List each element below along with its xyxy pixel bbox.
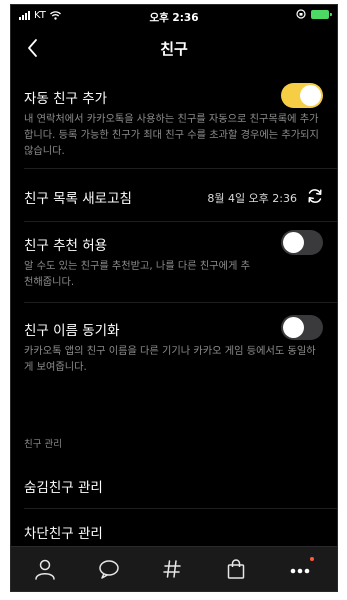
divider bbox=[24, 168, 337, 169]
more-icon[interactable] bbox=[287, 557, 313, 581]
recommend-title: 친구 추천 허용 bbox=[24, 238, 108, 254]
person-icon[interactable] bbox=[32, 557, 58, 581]
hashtag-icon[interactable] bbox=[159, 557, 185, 581]
page-title: 친구 bbox=[160, 40, 188, 58]
chat-bubble-icon[interactable] bbox=[96, 557, 122, 581]
blocked-friends-item[interactable]: 차단친구 관리 bbox=[24, 522, 103, 542]
refresh-title: 친구 목록 새로고침 bbox=[24, 191, 132, 207]
toggle-knob bbox=[283, 317, 304, 338]
divider bbox=[24, 302, 337, 303]
name-sync-toggle[interactable] bbox=[281, 315, 323, 340]
auto-add-title: 자동 친구 추가 bbox=[24, 91, 108, 107]
phone-screen: KT 오후 2:36 친구 자동 친구 추가 내 연락처에서 카카오톡을 사용하… bbox=[10, 4, 338, 592]
refresh-icon[interactable] bbox=[306, 187, 324, 205]
orientation-lock-icon bbox=[296, 9, 306, 19]
recommend-toggle[interactable] bbox=[281, 230, 323, 255]
hidden-friends-item[interactable]: 숨김친구 관리 bbox=[24, 476, 103, 496]
shopping-bag-icon[interactable] bbox=[223, 557, 249, 581]
divider bbox=[24, 221, 337, 222]
refresh-timestamp: 8월 4일 오후 2:36 bbox=[207, 192, 297, 205]
notification-dot bbox=[310, 557, 314, 561]
nav-bar: 친구 bbox=[11, 27, 337, 71]
status-bar: KT 오후 2:36 bbox=[11, 5, 337, 27]
toggle-knob bbox=[283, 232, 304, 253]
toggle-knob bbox=[300, 85, 321, 106]
battery-icon bbox=[311, 9, 332, 19]
recommend-description: 알 수도 있는 친구를 추천받고, 나를 다른 친구에게 추천해줍니다. bbox=[24, 261, 250, 288]
auto-add-description: 내 연락처에서 카카오톡을 사용하는 친구를 자동으로 친구목록에 추가합니다.… bbox=[24, 114, 319, 157]
section-label-friend-management: 친구 관리 bbox=[24, 439, 62, 450]
auto-add-toggle[interactable] bbox=[281, 83, 323, 108]
divider bbox=[24, 508, 337, 509]
name-sync-title: 친구 이름 동기화 bbox=[24, 323, 120, 339]
tab-bar bbox=[11, 546, 337, 591]
status-time: 오후 2:36 bbox=[149, 12, 199, 24]
name-sync-description: 카카오톡 앱의 친구 이름을 다른 기기나 카카오 게임 등에서도 동일하게 보… bbox=[24, 346, 316, 373]
